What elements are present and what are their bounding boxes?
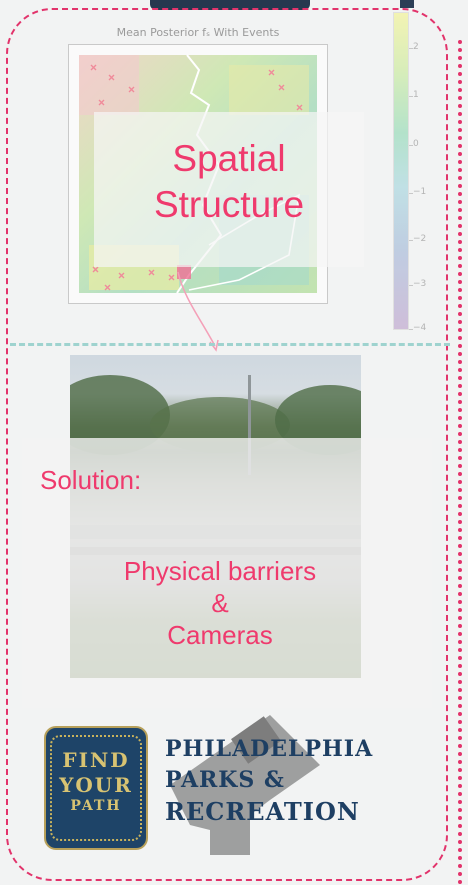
- spatial-label-line2: Structure: [153, 184, 305, 225]
- section-divider: [10, 343, 450, 346]
- colorbar-tick: −2: [413, 234, 427, 244]
- map-title: Mean Posterior fₛ With Events: [116, 26, 280, 39]
- philadelphia-parks-logo-text: PHILADELPHIA PARKS & RECREATION: [165, 734, 373, 827]
- spatial-structure-label: Spatial Structure: [94, 136, 364, 228]
- right-dotted-border: [458, 40, 462, 885]
- solution-list: Physical barriers & Cameras: [70, 555, 370, 651]
- colorbar: [393, 12, 409, 330]
- colorbar-tick: 2: [413, 42, 419, 52]
- colorbar-tick: 1: [413, 90, 419, 100]
- solution-line3: Cameras: [167, 620, 273, 650]
- org-line1: PHILADELPHIA: [165, 736, 374, 762]
- solution-title: Solution:: [40, 465, 142, 495]
- solution-line1: Physical barriers: [123, 556, 317, 586]
- badge-line1: FIND: [62, 748, 130, 772]
- badge-line2: YOUR: [59, 773, 133, 797]
- colorbar-tick: −1: [413, 187, 427, 197]
- colorbar-tick: 0: [413, 139, 419, 149]
- spatial-label-line1: Spatial: [172, 138, 286, 179]
- colorbar-tick: −4: [413, 323, 427, 333]
- colorbar-tick: −3: [413, 279, 427, 289]
- org-line2: PARKS &: [165, 767, 285, 793]
- badge-line3: PATH: [70, 798, 122, 814]
- solution-line2: &: [211, 588, 229, 618]
- org-line3: RECREATION: [165, 797, 360, 826]
- header-bar-fragment-2: [400, 0, 414, 8]
